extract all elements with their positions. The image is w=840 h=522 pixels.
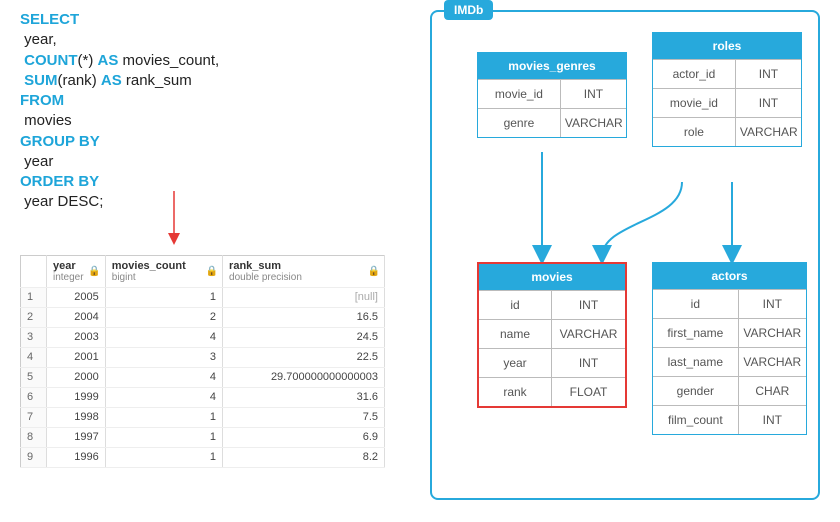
sql-keyword: GROUP BY: [20, 133, 100, 150]
result-table: yearinteger🔒 movies_countbigint🔒 rank_su…: [20, 255, 385, 468]
sql-text: year,: [20, 31, 57, 48]
table-row: 61999431.6: [21, 387, 385, 407]
col-year: yearinteger🔒: [47, 255, 106, 287]
table-title: actors: [653, 263, 806, 289]
table-row: 8199716.9: [21, 427, 385, 447]
sql-keyword: SUM: [20, 72, 58, 89]
table-movies: movies idINT nameVARCHAR yearINT rankFLO…: [477, 262, 627, 408]
arrow-down-icon: [165, 191, 385, 249]
table-row: 9199618.2: [21, 447, 385, 467]
table-actors: actors idINT first_nameVARCHAR last_name…: [652, 262, 807, 435]
table-row: 52000429.700000000000003: [21, 367, 385, 387]
sql-keyword: ORDER BY: [20, 173, 99, 190]
sql-keyword: SELECT: [20, 11, 79, 28]
col-movies-count: movies_countbigint🔒: [105, 255, 222, 287]
table-title: movies: [479, 264, 625, 290]
sql-keyword: AS: [101, 72, 122, 89]
sql-keyword: AS: [98, 52, 119, 69]
table-row: 22004216.5: [21, 307, 385, 327]
sql-text: year DESC;: [20, 193, 103, 210]
sql-keyword: FROM: [20, 92, 64, 109]
sql-keyword: COUNT: [20, 52, 78, 69]
lock-icon: 🔒: [88, 266, 100, 277]
table-row: 42001322.5: [21, 347, 385, 367]
table-title: movies_genres: [478, 53, 626, 79]
table-row: 32003424.5: [21, 327, 385, 347]
table-roles: roles actor_idINT movie_idINT roleVARCHA…: [652, 32, 802, 147]
sql-text: year: [20, 153, 53, 170]
sql-text: movies: [20, 112, 72, 129]
table-row: 7199817.5: [21, 407, 385, 427]
table-movies-genres: movies_genres movie_idINT genreVARCHAR: [477, 52, 627, 138]
left-column: SELECT year, COUNT(*) AS movies_count, S…: [20, 10, 385, 468]
database-label: IMDb: [444, 0, 493, 20]
schema-diagram: IMDb movies_genres movie_idINT genreVARC…: [430, 10, 820, 500]
lock-icon: 🔒: [368, 266, 380, 277]
sql-query: SELECT year, COUNT(*) AS movies_count, S…: [20, 10, 385, 213]
lock-icon: 🔒: [206, 266, 218, 277]
col-rank-sum: rank_sumdouble precision🔒: [223, 255, 385, 287]
table-row: 120051[null]: [21, 287, 385, 307]
table-title: roles: [653, 33, 801, 59]
result-header-row: yearinteger🔒 movies_countbigint🔒 rank_su…: [21, 255, 385, 287]
